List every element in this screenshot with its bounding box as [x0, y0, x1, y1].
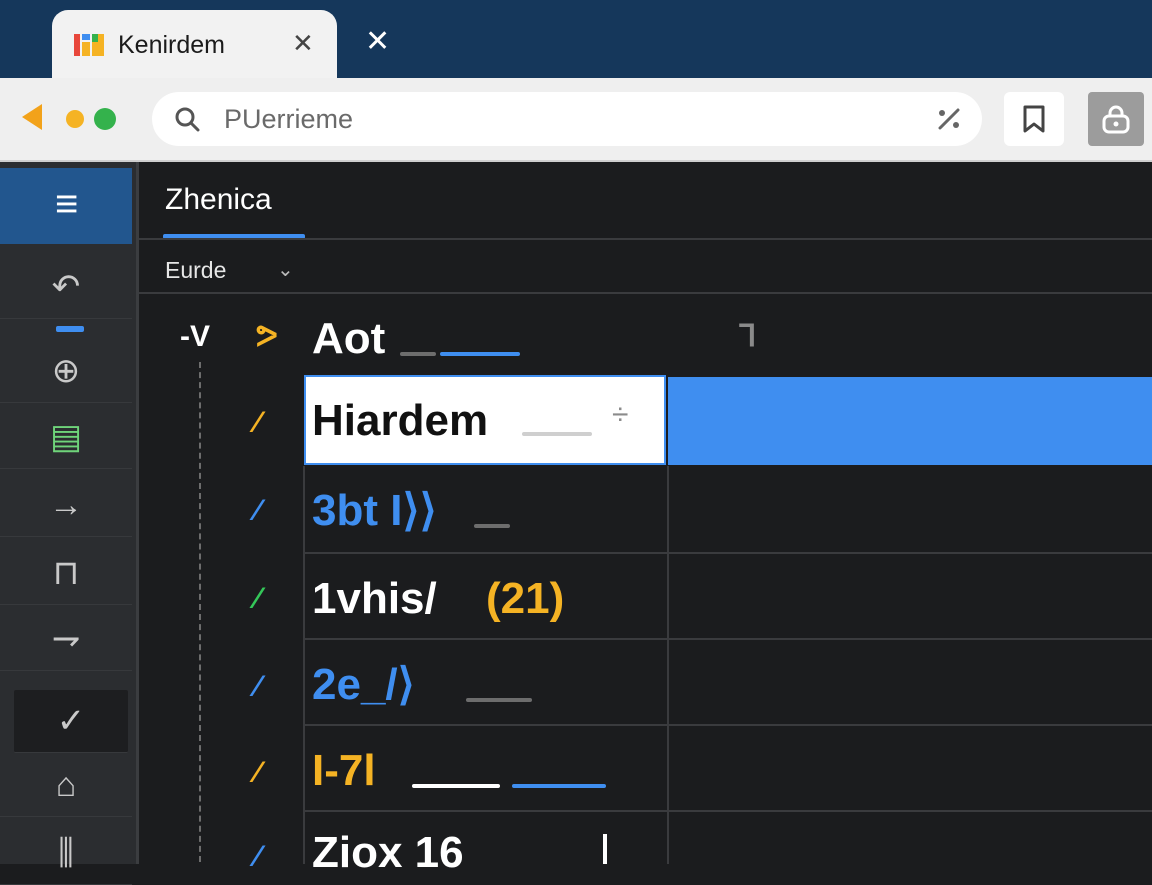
expand-icon[interactable]	[934, 104, 964, 134]
row-divider	[303, 552, 1152, 554]
spinner-icon[interactable]: ÷	[612, 398, 628, 432]
placeholder-dash	[412, 784, 500, 788]
column-divider	[667, 466, 669, 864]
column-divider	[303, 466, 305, 864]
placeholder-dash	[400, 352, 436, 356]
chevron-down-icon[interactable]: ⌄	[277, 258, 294, 282]
app-logo-icon	[74, 34, 104, 56]
collapse-toggle[interactable]: -V	[180, 320, 210, 354]
address-input[interactable]: PUerrieme	[224, 104, 353, 134]
lock-icon[interactable]: ⌂	[0, 754, 132, 817]
folder-marker-icon: ᕗ	[256, 320, 278, 353]
hamburger-icon: ≡	[55, 182, 79, 226]
item-marker-icon: ⁄	[255, 670, 261, 703]
item-marker-icon: ⁄	[255, 406, 261, 439]
selection-highlight	[668, 377, 1152, 465]
check-icon[interactable]: ✓	[14, 690, 128, 753]
note-icon[interactable]: ▤	[0, 406, 132, 469]
row-divider	[303, 638, 1152, 640]
window-close-icon[interactable]: ✕	[365, 24, 390, 60]
placeholder-dash	[512, 784, 606, 788]
tree-item-label[interactable]: 3bt I⟩⟩	[312, 486, 437, 536]
lock-icon	[1102, 105, 1130, 134]
plug-icon[interactable]: ⊓	[0, 542, 132, 605]
tree-item-label[interactable]: 1vhis/	[312, 574, 437, 624]
row-divider	[303, 810, 1152, 812]
tree-item-label[interactable]: I-7l	[312, 746, 376, 796]
bookmark-button[interactable]	[1004, 92, 1064, 146]
item-marker-icon: ⁄	[255, 582, 261, 615]
back-arrow-icon[interactable]	[22, 104, 42, 130]
tree-item-label[interactable]: Ziox 16	[312, 828, 464, 878]
panel-tab[interactable]: Zhenica	[165, 182, 272, 218]
row-divider	[303, 724, 1152, 726]
divider	[139, 238, 1152, 240]
package-icon[interactable]: ⊕	[0, 340, 132, 403]
rename-input-value[interactable]: Hiardem	[312, 396, 488, 446]
tree-item-count: (21)	[486, 574, 565, 623]
tab-close-icon[interactable]: ✕	[292, 28, 314, 58]
tab-title: Kenirdem	[118, 31, 225, 59]
placeholder-dash	[440, 352, 520, 356]
activity-sidebar: ≡ ↶ ⊕ ▤ → ⊓ ⇁ ✓ ⌂ ⫼	[0, 162, 139, 885]
security-button[interactable]	[1088, 92, 1144, 146]
extension-icon[interactable]	[94, 108, 116, 130]
arrow-right-icon[interactable]: →	[0, 474, 132, 537]
tree-guide	[199, 362, 201, 862]
browser-tab[interactable]: Kenirdem ✕	[52, 10, 337, 80]
text-cursor	[603, 834, 607, 864]
item-marker-icon: ⁄	[255, 756, 261, 789]
title-bar: Kenirdem ✕ ✕	[0, 0, 1152, 80]
search-icon	[175, 107, 200, 132]
item-marker-icon: ⁄	[255, 840, 261, 873]
menu-button[interactable]: ≡	[0, 168, 132, 244]
active-indicator	[56, 326, 84, 332]
undo-icon[interactable]: ↶	[0, 256, 132, 319]
placeholder-dash	[522, 432, 592, 436]
pin-icon[interactable]: ᒣ	[738, 320, 756, 354]
terminal-icon[interactable]: ⇁	[0, 608, 132, 671]
browser-toolbar: PUerrieme	[0, 78, 1152, 162]
explorer-panel: Zhenica Eurde ⌄	[139, 162, 1152, 864]
filter-dropdown[interactable]: Eurde	[165, 256, 226, 284]
tree-item-label[interactable]: 2e_/⟩	[312, 660, 415, 710]
bookmark-icon	[1023, 105, 1045, 133]
item-marker-icon: ⁄	[255, 494, 261, 527]
status-dot-icon	[66, 110, 84, 128]
bars-icon[interactable]: ⫼	[0, 822, 132, 885]
divider	[139, 292, 1152, 294]
placeholder-dash	[466, 698, 532, 702]
tree-root-label[interactable]: Aot	[312, 314, 385, 364]
address-bar[interactable]: PUerrieme	[152, 92, 982, 146]
placeholder-dash	[474, 524, 510, 528]
